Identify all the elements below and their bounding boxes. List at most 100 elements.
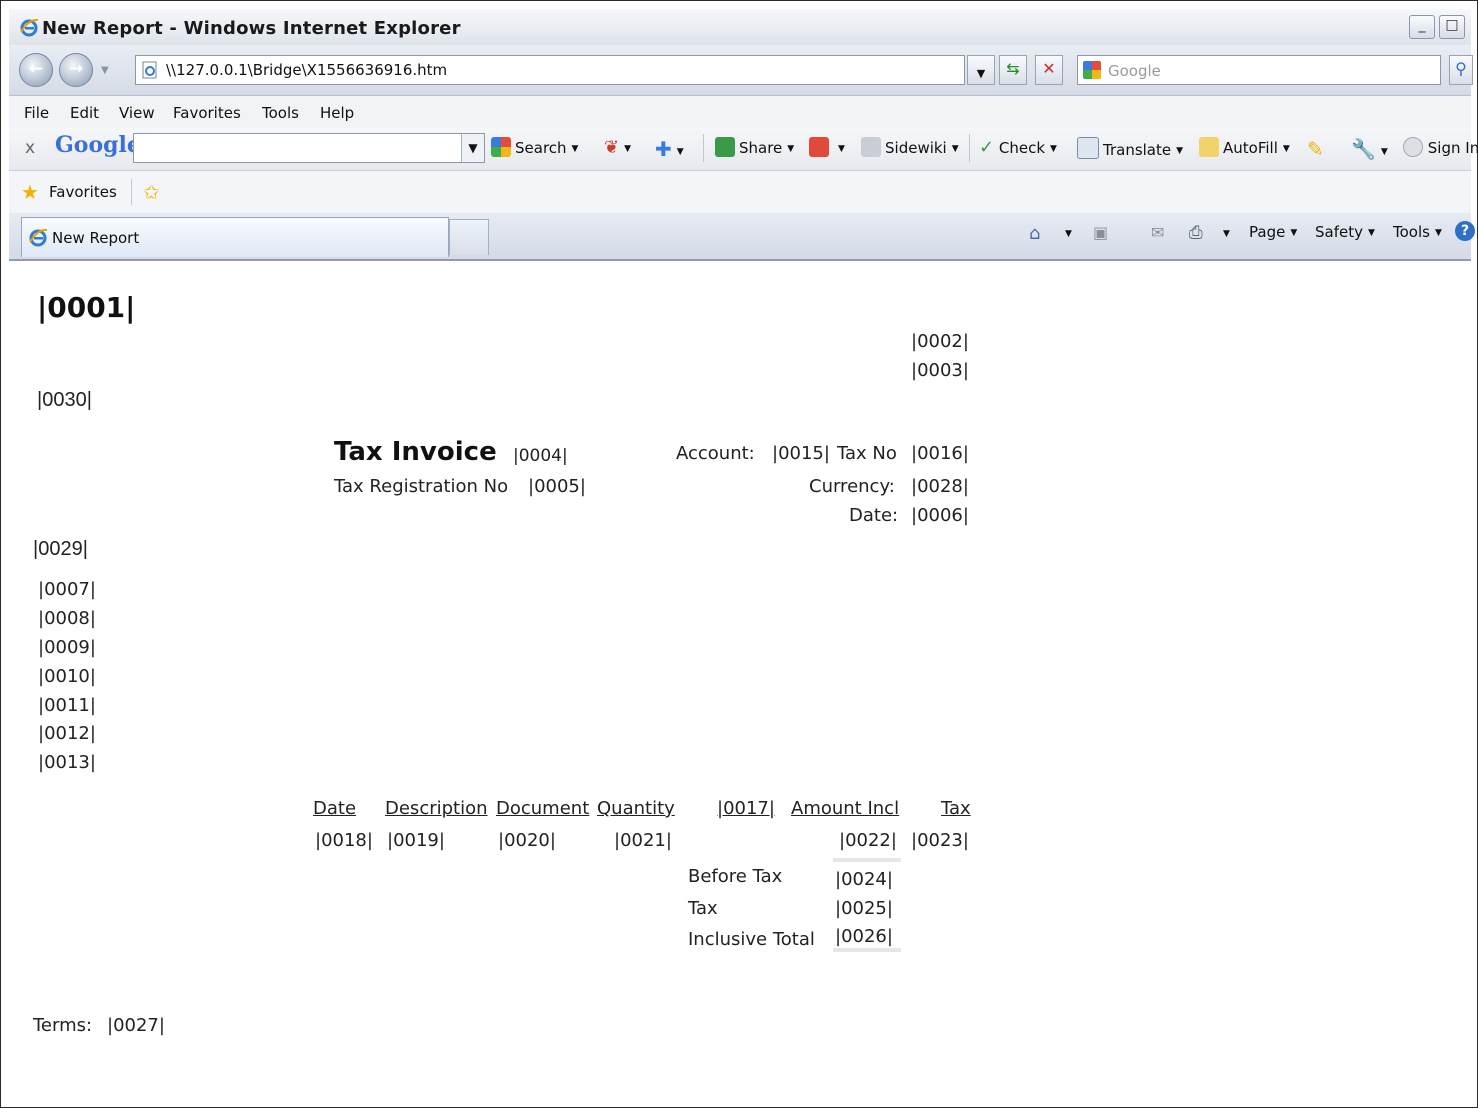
search-placeholder[interactable]: Google	[1108, 62, 1161, 80]
share-icon	[715, 137, 735, 157]
google-search-provider-icon	[1083, 61, 1101, 79]
menu-file[interactable]: File	[24, 104, 49, 122]
cell-tax: |0023|	[911, 830, 969, 851]
plus-icon: ✚	[655, 137, 672, 161]
minimize-button[interactable]: _	[1409, 15, 1435, 39]
spellcheck-icon: ✓	[979, 137, 995, 158]
back-button[interactable]: ←	[19, 53, 53, 87]
address-bar: ← → ▼ \\127.0.0.1\Bridge\X1556636916.htm…	[9, 45, 1473, 96]
magnifier-icon: ⚲	[1455, 59, 1467, 78]
menu-bar: File Edit View Favorites Tools Help	[9, 96, 1471, 129]
feeds-icon[interactable]: ▣	[1093, 223, 1108, 242]
new-tab-button[interactable]	[449, 219, 489, 255]
caret-icon: ▼	[571, 144, 579, 154]
caret-icon: ▼	[787, 144, 795, 154]
autofill-button[interactable]: AutoFill ▼	[1199, 137, 1290, 157]
mail-icon[interactable]: ✉	[1151, 223, 1164, 242]
spell-check-button[interactable]: ✓ Check ▼	[979, 137, 1057, 158]
inclusive-total-label: Inclusive Total	[688, 929, 815, 950]
cell-document: |0020|	[498, 830, 556, 851]
google-logo: Google	[55, 132, 141, 158]
back-arrow-icon: ←	[28, 59, 44, 79]
translate-button[interactable]: Translate ▼	[1077, 137, 1183, 159]
cell-description: |0019|	[387, 830, 445, 851]
menu-edit[interactable]: Edit	[70, 104, 99, 122]
ie-logo-icon	[20, 18, 39, 37]
plus-button[interactable]: ✚ ▼	[655, 137, 684, 161]
field-0029: |0029|	[33, 538, 88, 560]
favorites-button[interactable]: Favorites	[49, 183, 117, 201]
refresh-button[interactable]: ⇆	[999, 55, 1027, 85]
home-icon[interactable]: ⌂	[1029, 223, 1040, 244]
menu-favorites[interactable]: Favorites	[173, 104, 241, 122]
field-0027: |0027|	[107, 1015, 165, 1036]
field-0006: |0006|	[911, 505, 969, 526]
col-header-quantity: Quantity	[597, 798, 675, 819]
cell-amount-incl: |0022|	[839, 830, 897, 851]
help-icon[interactable]: ?	[1455, 221, 1475, 241]
chevron-down-icon: ▼	[976, 67, 986, 80]
url-field[interactable]: \\127.0.0.1\Bridge\X1556636916.htm	[135, 55, 965, 85]
col-header-description: Description	[385, 798, 488, 819]
add-favorite-icon[interactable]: ✩	[143, 180, 160, 204]
address-line: |0010|	[38, 666, 96, 687]
tax-registration-label: Tax Registration No	[334, 476, 509, 497]
popup-blocker-icon	[809, 137, 829, 157]
translate-label: Translate	[1103, 141, 1172, 159]
search-field[interactable]: Google	[1077, 55, 1441, 85]
settings-wrench-button[interactable]: 🔧 ▼	[1351, 137, 1388, 161]
col-header-document: Document	[496, 798, 590, 819]
safety-menu-button[interactable]: Safety ▼	[1315, 223, 1375, 241]
toolbar-close-button[interactable]: x	[25, 138, 35, 158]
minimize-icon: _	[1418, 17, 1426, 33]
menu-help[interactable]: Help	[320, 104, 354, 122]
menu-view[interactable]: View	[119, 104, 155, 122]
invoice-title: Tax Invoice	[334, 437, 497, 467]
maximize-button[interactable]: □	[1439, 15, 1465, 39]
address-line: |0013|	[38, 752, 96, 773]
print-dropdown-icon[interactable]: ▼	[1223, 229, 1230, 239]
highlighter-button[interactable]: ✎	[1307, 137, 1324, 161]
home-dropdown-icon[interactable]: ▼	[1065, 229, 1072, 239]
google-search-input[interactable]: ▼	[133, 133, 485, 163]
history-dropdown-icon[interactable]: ▼	[101, 65, 109, 76]
caret-icon: ▼	[1176, 146, 1184, 156]
forward-button[interactable]: →	[59, 53, 93, 87]
menu-tools[interactable]: Tools	[262, 104, 299, 122]
page-icon	[142, 61, 157, 79]
popup-blocker-button[interactable]: ▼	[809, 137, 845, 157]
before-tax-value: |0024|	[835, 869, 893, 890]
bookmarks-button[interactable]: ❦ ▼	[604, 137, 631, 158]
address-line: |0008|	[38, 608, 96, 629]
stop-button[interactable]: ✕	[1035, 55, 1063, 85]
address-line: |0011|	[38, 695, 96, 716]
tab-label: New Report	[52, 229, 140, 247]
currency-label: Currency:	[809, 476, 895, 497]
tab-new-report[interactable]: New Report	[21, 217, 449, 257]
sidewiki-button[interactable]: Sidewiki ▼	[861, 137, 959, 157]
stop-icon: ✕	[1042, 59, 1056, 78]
forward-arrow-icon: →	[68, 59, 84, 79]
before-tax-label: Before Tax	[688, 866, 783, 887]
inclusive-total-value: |0026|	[835, 926, 893, 947]
report-heading: |0001|	[37, 291, 136, 324]
sign-in-button[interactable]: Sign In	[1403, 137, 1478, 157]
sidewiki-label: Sidewiki	[885, 139, 947, 157]
url-text[interactable]: \\127.0.0.1\Bridge\X1556636916.htm	[166, 61, 447, 79]
share-button[interactable]: Share ▼	[715, 137, 794, 157]
print-icon[interactable]: ⎙	[1189, 223, 1203, 243]
favorites-star-icon[interactable]: ★	[21, 180, 39, 204]
title-bar: New Report - Windows Internet Explorer _…	[9, 9, 1471, 46]
terms-label: Terms:	[33, 1015, 93, 1036]
field-0030: |0030|	[37, 389, 92, 411]
address-dropdown-button[interactable]: ▼	[967, 55, 995, 85]
google-search-button[interactable]: Search ▼	[491, 137, 578, 157]
search-button[interactable]: ⚲	[1449, 55, 1473, 85]
chevron-down-icon[interactable]: ▼	[461, 134, 484, 162]
sign-in-label: Sign In	[1427, 139, 1478, 157]
ie-page-icon	[29, 228, 48, 247]
caret-icon: ▼	[1434, 228, 1442, 238]
page-menu-button[interactable]: Page ▼	[1249, 223, 1297, 241]
tools-menu-button[interactable]: Tools ▼	[1393, 223, 1442, 241]
field-0004: |0004|	[513, 446, 568, 466]
